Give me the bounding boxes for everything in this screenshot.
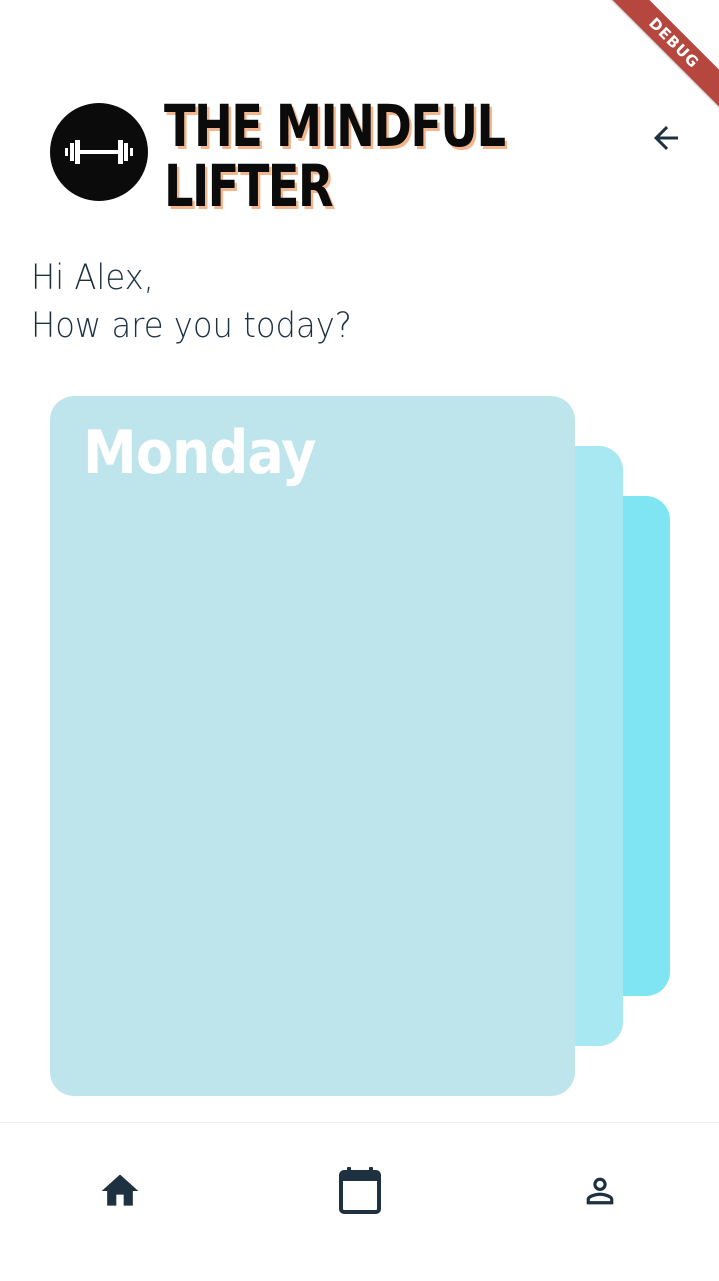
- nav-profile-button[interactable]: [568, 1159, 632, 1223]
- greeting-line2: How are you today?: [31, 306, 352, 346]
- day-card-monday[interactable]: Monday: [50, 396, 575, 1096]
- arrow-left-icon: [654, 126, 678, 150]
- nav-calendar-button[interactable]: [328, 1159, 392, 1223]
- greeting-line1: Hi Alex,: [31, 258, 154, 298]
- bottom-navigation: [0, 1122, 719, 1281]
- debug-banner-label: DEBUG: [604, 0, 719, 113]
- home-icon: [101, 1174, 139, 1206]
- calendar-icon: [339, 1167, 381, 1214]
- app-title: THE MINDFUL LIFTER: [164, 96, 508, 216]
- app-title-line2: LIFTER: [164, 152, 334, 220]
- app-title-line1: THE MINDFUL: [164, 92, 506, 160]
- debug-banner: DEBUG: [599, 0, 719, 120]
- day-card-title: Monday: [83, 418, 316, 488]
- person-icon: [586, 1177, 614, 1205]
- nav-home-button[interactable]: [88, 1159, 152, 1223]
- greeting-text: Hi Alex, How are you today?: [31, 254, 352, 350]
- dumbbell-icon: [65, 140, 133, 164]
- app-logo: [50, 103, 148, 201]
